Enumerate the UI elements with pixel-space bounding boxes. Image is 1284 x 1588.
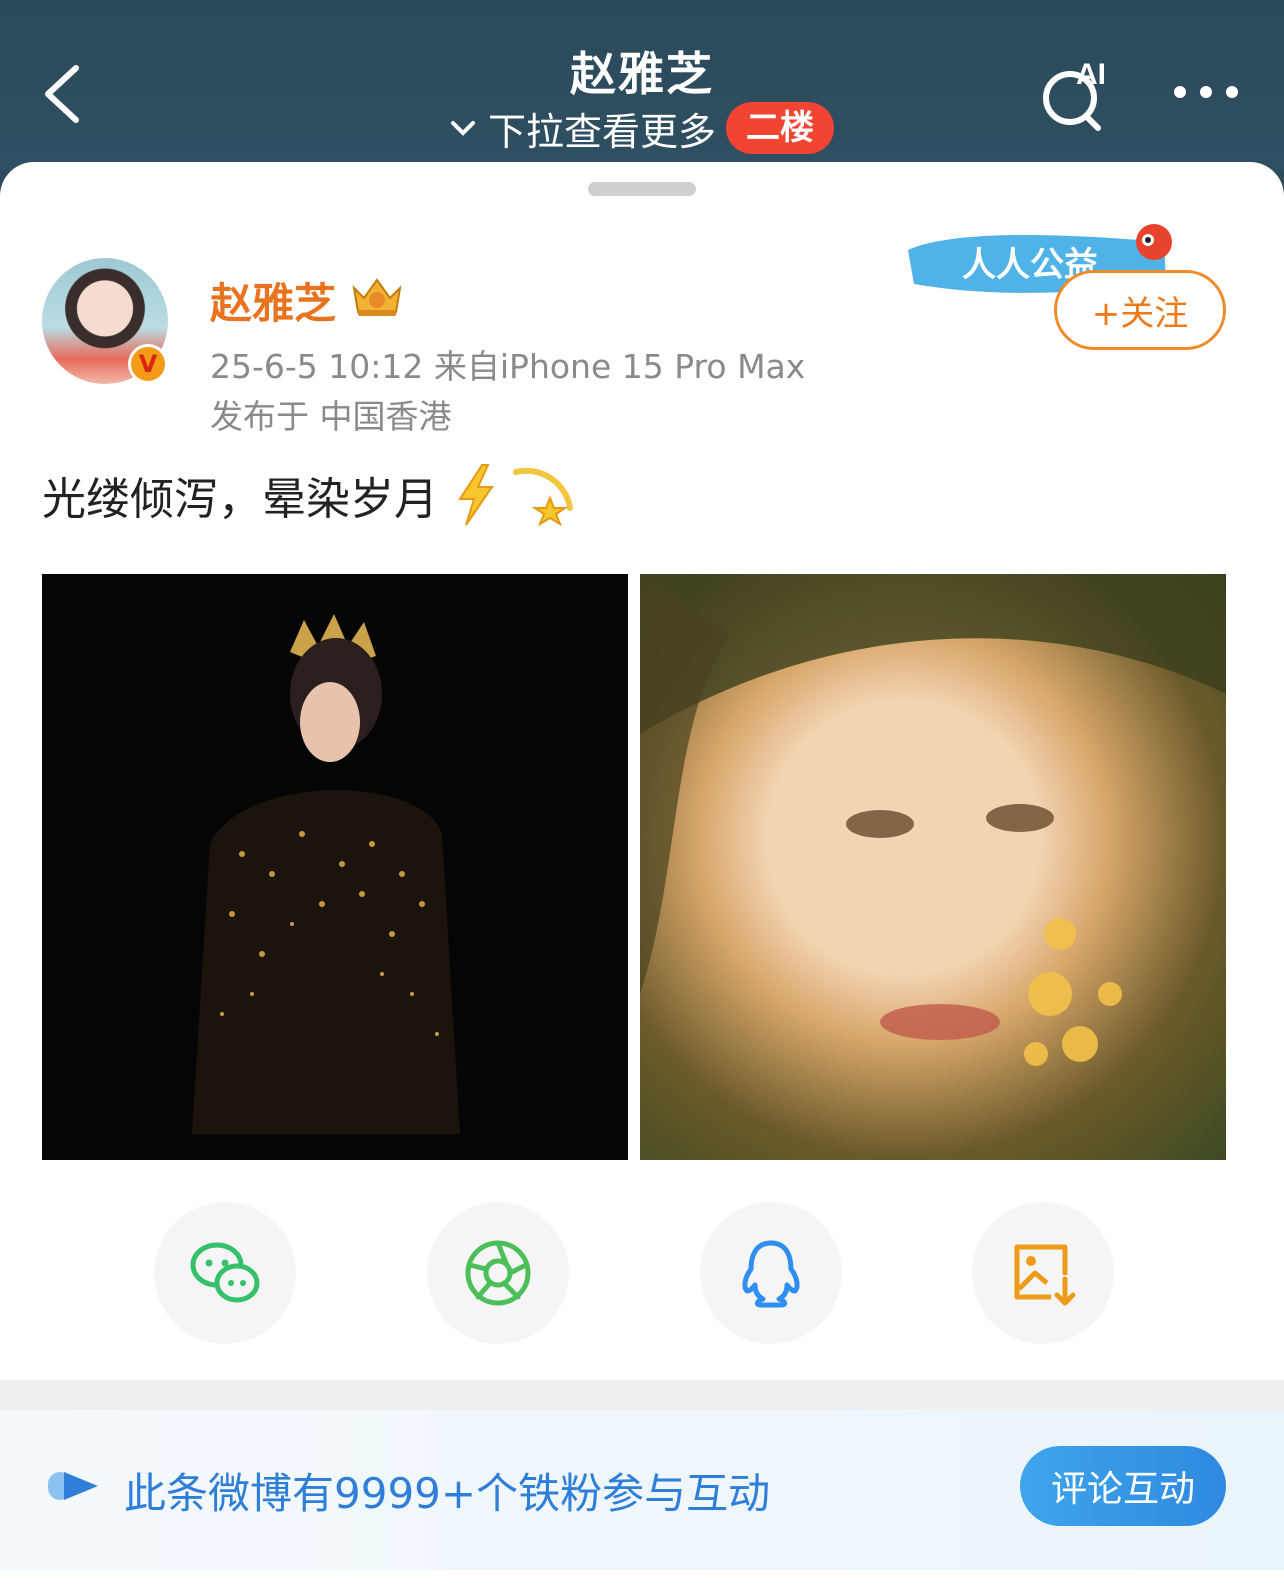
post-image-2[interactable] (640, 574, 1226, 1160)
wechat-icon (190, 1242, 260, 1303)
share-row (0, 1202, 1284, 1344)
second-floor-badge: 二楼 (726, 102, 835, 154)
moments-icon (465, 1240, 531, 1306)
drag-handle[interactable] (588, 182, 696, 196)
qq-icon (742, 1240, 800, 1308)
section-divider (0, 1380, 1284, 1410)
save-image-icon (1014, 1244, 1076, 1306)
crown-badge-icon (352, 278, 402, 316)
post-image-1[interactable] (42, 574, 628, 1160)
fan-interaction-text: 此条微博有9999+个铁粉参与互动 (124, 1469, 771, 1518)
verified-badge: V (128, 344, 168, 384)
fan-interaction-bar[interactable]: 此条微博有9999+个铁粉参与互动 评论互动 (0, 1410, 1284, 1570)
share-moments-button[interactable] (427, 1202, 569, 1344)
author-name[interactable]: 赵雅芝 (210, 270, 336, 331)
comment-interact-button[interactable]: 评论互动 (1020, 1446, 1226, 1526)
pull-down-hint[interactable]: 下拉查看更多 二楼 (448, 100, 835, 156)
top-bar: 赵雅芝 下拉查看更多 二楼 AI (0, 0, 1284, 170)
more-options-icon[interactable] (1172, 78, 1242, 106)
post-text: 光缕倾泻，晕染岁月 (42, 474, 438, 525)
share-qq-button[interactable] (700, 1202, 842, 1344)
save-image-button[interactable] (972, 1202, 1114, 1344)
dizzy-star-emoji-icon (513, 467, 573, 527)
post-location: 发布于 中国香港 (210, 397, 452, 436)
post-content: 光缕倾泻，晕染岁月 (42, 462, 576, 528)
ai-label: AI (1076, 58, 1106, 91)
post-time-source: 25-6-5 10:12 来自iPhone 15 Pro Max (210, 347, 806, 386)
follow-button[interactable]: +关注 (1054, 270, 1226, 350)
post-card: V 赵雅芝 25-6-5 10:12 来自iPhone 15 Pro Max 发… (0, 162, 1284, 1588)
chevron-down-icon (451, 121, 475, 136)
lightning-emoji-icon (458, 464, 494, 526)
play-arrow-icon (48, 1472, 98, 1500)
pull-down-label: 下拉查看更多 (488, 109, 717, 154)
ai-search-icon[interactable]: AI (1040, 58, 1120, 132)
share-wechat-button[interactable] (154, 1202, 296, 1344)
